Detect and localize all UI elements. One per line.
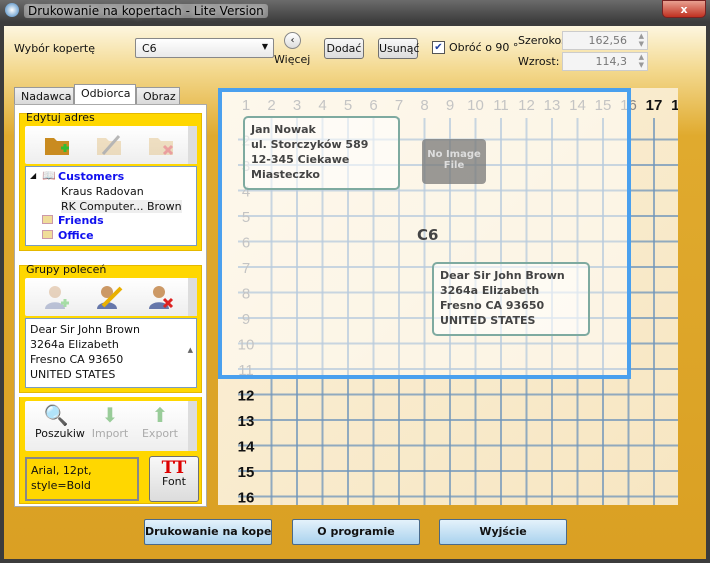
import-button[interactable]: ⬇ Import (89, 403, 131, 440)
image-placeholder[interactable]: No Image File (422, 139, 486, 184)
tree-node-friends[interactable]: Friends (58, 214, 104, 227)
chevron-down-icon: ▼ (261, 42, 268, 51)
remove-button[interactable]: Usunąć (378, 38, 420, 59)
commands-toolbar (25, 278, 197, 316)
toolbar-overflow[interactable] (188, 401, 197, 451)
window-title: Drukowanie na kopertach - Lite Version (24, 4, 268, 18)
edit-address-group: Edytuj adres ◢ 📖 Customers Kraus Radovan… (19, 111, 202, 251)
import-icon: ⬇ (101, 403, 119, 427)
ruler-y-label: 16 (238, 490, 255, 506)
more-label[interactable]: Więcej (274, 53, 310, 66)
search-label: Poszukiw (35, 427, 85, 440)
tree-node-office[interactable]: Office (58, 229, 94, 242)
folder-delete-icon[interactable] (147, 132, 175, 158)
export-icon: ⬆ (151, 403, 169, 427)
about-button[interactable]: O programie (292, 519, 420, 545)
print-button[interactable]: Drukowanie na kopertach (144, 519, 272, 545)
envelope-preview[interactable]: 1234567891011121314151617182345678910111… (218, 88, 678, 505)
exit-button[interactable]: Wyjście (439, 519, 567, 545)
export-label: Export (141, 427, 178, 440)
folder-edit-icon[interactable] (95, 132, 123, 158)
font-icon: TT (161, 458, 187, 478)
sender-line: 12-345 Ciekawe Miasteczko (251, 153, 350, 181)
edit-address-title: Edytuj adres (26, 111, 95, 124)
ruler-x-label: 17 (646, 97, 663, 114)
address-textarea[interactable]: Dear Sir John Brown 3264a Elizabeth Fres… (25, 318, 197, 412)
spin-arrows-icon[interactable]: ▲ ▼ (639, 32, 644, 48)
user-delete-icon[interactable] (147, 284, 175, 310)
envelope-select[interactable]: C6 ▼ (135, 38, 274, 58)
folder-icon (42, 230, 53, 239)
rotate-label: Obróć o 90 ° (449, 41, 519, 54)
envelope-select-value: C6 (142, 42, 157, 55)
address-line: Dear Sir John Brown (30, 323, 140, 336)
sender-address-box[interactable]: Jan Nowak ul. Storczyków 589 12-345 Ciek… (243, 116, 400, 190)
envelope-name: C6 (417, 226, 439, 244)
rotate-checkbox[interactable]: ✔ (432, 41, 445, 54)
ruler-y-label: 12 (238, 388, 255, 405)
search-button[interactable]: 🔍 Poszukiw (35, 403, 85, 440)
toolbar-overflow[interactable] (188, 126, 197, 164)
tree-node-customers[interactable]: Customers (58, 170, 124, 183)
folder-add-icon[interactable] (43, 132, 71, 158)
ruler-y-label: 13 (238, 413, 255, 430)
folder-icon (42, 215, 53, 224)
add-button[interactable]: Dodać (324, 38, 364, 59)
close-button[interactable]: x (662, 0, 706, 18)
ruler-x-label: 18 (671, 97, 678, 114)
magnifier-icon: 🔍 (43, 403, 69, 427)
recipient-address-box[interactable]: Dear Sir John Brown 3264a Elizabeth Fres… (432, 262, 590, 336)
ruler-y-label: 15 (238, 464, 255, 481)
sender-line: ul. Storczyków 589 (251, 138, 369, 151)
font-info-line: style=Bold (31, 479, 91, 492)
address-line: Fresno CA 93650 (30, 353, 124, 366)
tree-item[interactable]: Kraus Radovan (61, 185, 144, 198)
font-info: Arial, 12pt, style=Bold (25, 457, 139, 501)
recipient-line: UNITED STATES (440, 314, 536, 327)
export-button[interactable]: ⬆ Export (139, 403, 181, 440)
user-edit-icon[interactable] (95, 284, 123, 310)
address-tree: ◢ 📖 Customers Kraus Radovan RK Computer.… (25, 166, 197, 246)
font-button[interactable]: TT Font (149, 456, 199, 502)
height-value: 114,3 (595, 55, 628, 68)
client-area: Wybór kopertę C6 ▼ ‹ Więcej Dodać Usunąć … (4, 26, 706, 559)
envelope-label: Wybór kopertę (14, 42, 95, 55)
title-bar: Drukowanie na kopertach - Lite Version x (0, 0, 710, 22)
height-input[interactable]: 114,3 ▲ ▼ (562, 52, 648, 71)
address-line: UNITED STATES (30, 368, 116, 381)
address-line: 3264a Elizabeth (30, 338, 119, 351)
book-icon: 📖 (42, 169, 56, 182)
width-input[interactable]: 162,56 ▲ ▼ (562, 31, 648, 50)
commands-title: Grupy poleceń (26, 263, 107, 276)
font-button-label: Font (162, 475, 186, 488)
collapse-icon[interactable]: ◢ (30, 171, 36, 180)
width-value: 162,56 (588, 34, 628, 47)
spin-arrows-icon[interactable]: ▲ ▼ (639, 53, 644, 69)
left-panel: Edytuj adres ◢ 📖 Customers Kraus Radovan… (14, 104, 207, 507)
font-info-line: Arial, 12pt, (31, 464, 92, 477)
recipient-line: Dear Sir John Brown (440, 269, 565, 282)
height-label: Wzrost: (518, 55, 560, 68)
app-icon (5, 3, 19, 17)
recipient-line: Fresno CA 93650 (440, 299, 545, 312)
user-add-icon[interactable] (43, 284, 71, 310)
recipient-line: 3264a Elizabeth (440, 284, 540, 297)
tools-toolbar: 🔍 Poszukiw ⬇ Import ⬆ Export (25, 401, 197, 451)
import-label: Import (91, 427, 129, 440)
edit-address-toolbar (25, 126, 197, 164)
tools-group: 🔍 Poszukiw ⬇ Import ⬆ Export Arial, 12pt, st… (19, 397, 202, 504)
ruler-y-label: 14 (238, 439, 255, 456)
more-toggle-button[interactable]: ‹ (284, 32, 301, 49)
sender-line: Jan Nowak (251, 123, 316, 136)
toolbar-overflow[interactable] (188, 278, 197, 316)
tree-item-selected[interactable]: RK Computer... Brown (61, 200, 182, 213)
app-window: Drukowanie na kopertach - Lite Version x… (0, 0, 710, 563)
commands-group: Grupy poleceń Dear Sir John Brown 3264a … (19, 263, 202, 412)
